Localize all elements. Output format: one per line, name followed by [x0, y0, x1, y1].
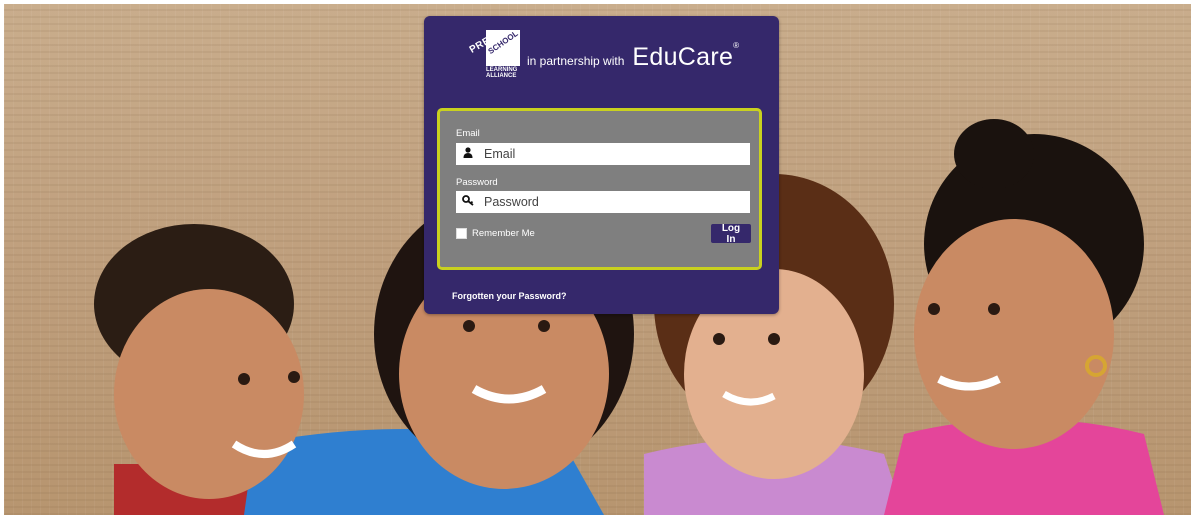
login-button[interactable]: Log In — [711, 223, 751, 245]
partnership-text: in partnership with — [527, 54, 625, 68]
preschool-learning-alliance-logo: PRE SCHOOL LEARNING ALLIANCE — [467, 28, 520, 79]
password-label: Password — [456, 177, 498, 188]
brand-header: PRE SCHOOL LEARNING ALLIANCE in partners… — [467, 28, 740, 81]
login-panel: PRE SCHOOL LEARNING ALLIANCE in partners… — [424, 16, 779, 314]
key-icon — [456, 195, 480, 209]
user-icon — [456, 147, 480, 161]
login-form: Email Password Remember Me Log In — [437, 108, 762, 270]
remember-me-checkbox[interactable] — [456, 228, 467, 239]
remember-me[interactable]: Remember Me — [456, 228, 535, 239]
email-label: Email — [456, 128, 480, 139]
email-field-wrapper — [456, 143, 750, 165]
password-field-wrapper — [456, 191, 750, 213]
educare-logo-text: EduCare® — [632, 40, 740, 71]
email-input[interactable] — [480, 144, 750, 164]
remember-me-label: Remember Me — [472, 228, 535, 239]
password-input[interactable] — [480, 192, 750, 212]
forgot-password-link[interactable]: Forgotten your Password? — [452, 291, 567, 301]
